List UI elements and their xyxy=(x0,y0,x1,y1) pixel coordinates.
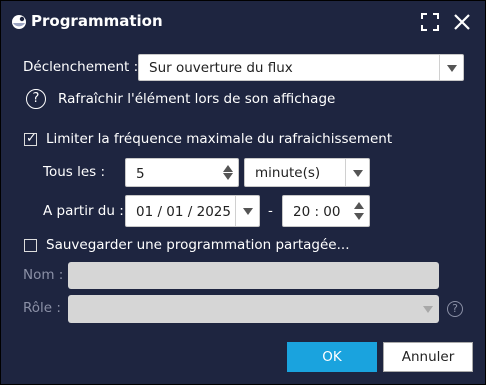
time-value: 20 : 00 xyxy=(293,204,341,220)
maximize-icon[interactable] xyxy=(419,11,441,33)
shared-checkbox[interactable] xyxy=(24,239,37,252)
trigger-value: Sur ouverture du flux xyxy=(149,60,293,76)
from-label: A partir du : xyxy=(43,203,124,219)
chevron-down-icon xyxy=(423,306,433,313)
role-help-icon[interactable]: ? xyxy=(447,301,463,317)
unit-dropdown-button[interactable] xyxy=(345,159,369,186)
trigger-dropdown-button[interactable] xyxy=(439,55,463,80)
chevron-down-icon xyxy=(447,64,457,72)
title-bar[interactable]: Programmation xyxy=(1,1,485,43)
role-label: Rôle : xyxy=(23,300,61,316)
name-input[interactable] xyxy=(68,262,439,289)
checkmark-icon: ✓ xyxy=(26,131,37,146)
every-number-input[interactable]: 5 xyxy=(125,158,239,187)
step-up-icon[interactable] xyxy=(223,165,233,172)
dialog-title: Programmation xyxy=(31,12,163,30)
date-picker[interactable]: 01 / 01 / 2025 xyxy=(125,195,260,227)
shared-label[interactable]: Sauvegarder une programmation partagée..… xyxy=(46,237,350,253)
trigger-label: Déclenchement : xyxy=(23,59,139,75)
name-label: Nom : xyxy=(23,267,64,283)
chevron-down-icon xyxy=(243,208,253,215)
date-dropdown-button[interactable] xyxy=(235,196,259,226)
close-icon[interactable] xyxy=(451,11,473,33)
time-stepper[interactable] xyxy=(349,196,369,226)
trigger-select[interactable]: Sur ouverture du flux xyxy=(138,54,464,81)
step-down-icon[interactable] xyxy=(354,213,364,220)
every-value: 5 xyxy=(136,166,145,182)
cancel-button[interactable]: Annuler xyxy=(383,342,473,372)
unit-select[interactable]: minute(s) xyxy=(244,158,370,187)
step-down-icon[interactable] xyxy=(223,173,233,180)
date-time-separator: - xyxy=(268,203,273,219)
unit-value: minute(s) xyxy=(255,165,321,181)
every-stepper[interactable] xyxy=(218,159,238,186)
limit-label[interactable]: Limiter la fréquence maximale du rafraic… xyxy=(46,131,392,147)
help-icon[interactable]: ? xyxy=(26,89,46,109)
ok-button[interactable]: OK xyxy=(287,342,377,372)
every-label: Tous les : xyxy=(43,164,106,180)
date-value: 01 / 01 / 2025 xyxy=(136,204,231,220)
chevron-down-icon xyxy=(353,169,363,177)
step-up-icon[interactable] xyxy=(354,202,364,209)
limit-checkbox[interactable]: ✓ xyxy=(24,131,37,146)
programmation-dialog: Programmation Déclenchement : Sur ouvert… xyxy=(0,0,486,385)
role-select[interactable] xyxy=(68,295,439,323)
refresh-info-text: Rafraîchir l'élément lors de son afficha… xyxy=(58,91,336,107)
time-input[interactable]: 20 : 00 xyxy=(282,195,370,227)
app-logo-icon xyxy=(12,15,26,29)
